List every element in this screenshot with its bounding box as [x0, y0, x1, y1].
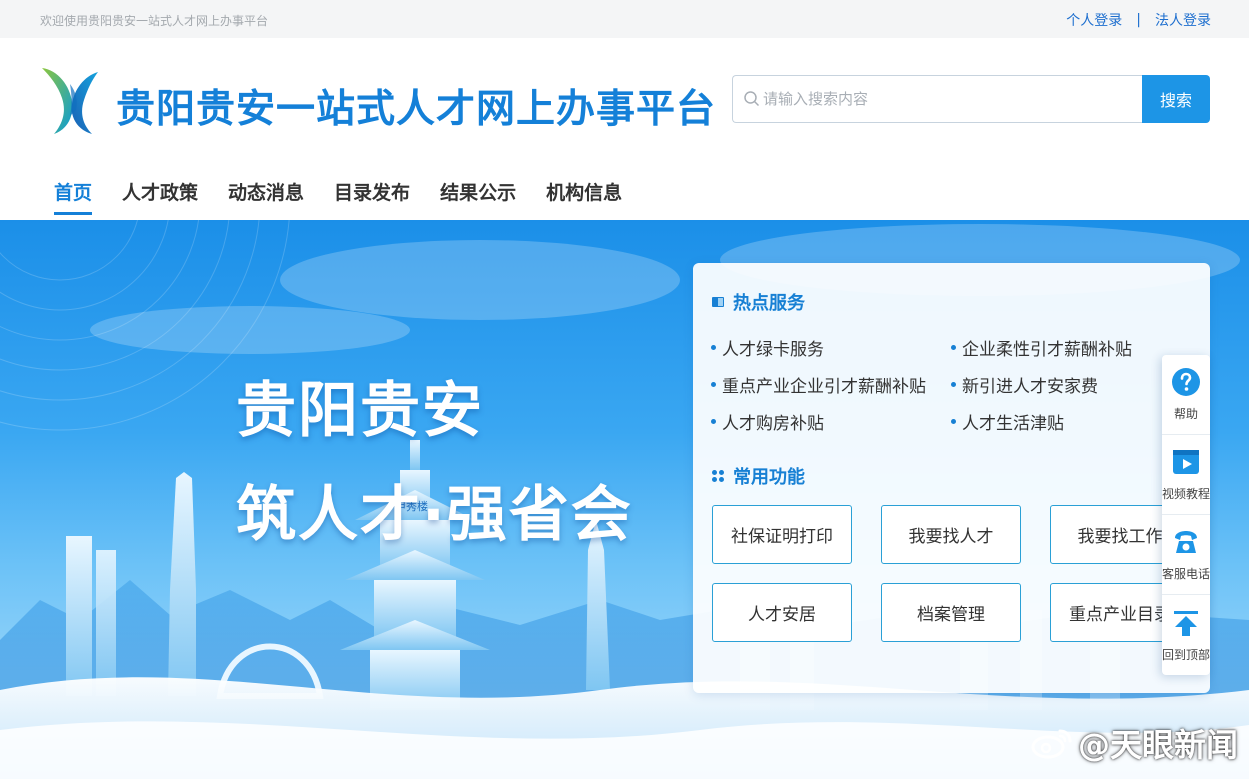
common-functions-heading: 常用功能	[711, 463, 805, 489]
hot-service-item[interactable]: 新引进人才安家费	[951, 372, 1191, 397]
weibo-icon	[1031, 729, 1072, 759]
personal-login-link[interactable]: 个人登录	[1066, 10, 1122, 30]
banner-slogan-line1: 贵阳贵安	[236, 376, 484, 446]
hot-service-label: 人才绿卡服务	[722, 340, 824, 360]
nav-item-results[interactable]: 结果公示	[440, 178, 516, 215]
login-links: 个人登录 | 法人登录	[1066, 10, 1211, 30]
bullet-dot	[951, 419, 956, 424]
video-icon	[1173, 450, 1199, 474]
bullet-dot	[711, 419, 716, 424]
help-icon	[1172, 368, 1200, 396]
book-icon	[712, 297, 724, 307]
hot-service-label: 企业柔性引才薪酬补贴	[962, 340, 1132, 360]
back-to-top-icon	[1174, 610, 1198, 636]
floating-sidebar: 帮助 视频教程 客服电话 回到顶部	[1162, 355, 1210, 675]
hot-service-item[interactable]: 重点产业企业引才薪酬补贴	[711, 372, 951, 397]
hot-service-item[interactable]: 人才购房补贴	[711, 409, 951, 434]
bullet-dot	[711, 345, 716, 350]
hot-services-list: 人才绿卡服务 企业柔性引才薪酬补贴 重点产业企业引才薪酬补贴 新引进人才安家费 …	[711, 335, 1201, 434]
archive-management-button[interactable]: 档案管理	[881, 583, 1021, 642]
nav-item-institutions[interactable]: 机构信息	[546, 178, 622, 215]
help-label: 帮助	[1173, 407, 1198, 421]
site-logo-icon[interactable]	[40, 64, 100, 136]
welcome-text: 欢迎使用贵阳贵安一站式人才网上办事平台	[40, 14, 269, 28]
hot-service-label: 人才购房补贴	[722, 414, 824, 434]
main-nav: 首页 人才政策 动态消息 目录发布 结果公示 机构信息	[54, 178, 622, 215]
search-box	[732, 75, 1144, 123]
back-to-top-label: 回到顶部	[1162, 647, 1211, 662]
common-functions-title: 常用功能	[733, 467, 805, 488]
top-bar: 欢迎使用贵阳贵安一站式人才网上办事平台 个人登录 | 法人登录	[0, 0, 1249, 38]
banner-slogan-line2: 筑人才·强省会	[236, 480, 633, 550]
service-phone-label: 客服电话	[1162, 567, 1211, 581]
nav-item-news[interactable]: 动态消息	[228, 178, 304, 215]
bullet-dot	[711, 382, 716, 387]
header: 贵阳贵安一站式人才网上办事平台 搜索 首页 人才政策 动态消息 目录发布 结果公…	[0, 38, 1249, 220]
hot-service-item[interactable]: 企业柔性引才薪酬补贴	[951, 335, 1191, 360]
social-security-print-button[interactable]: 社保证明打印	[712, 505, 852, 564]
hot-service-label: 新引进人才安家费	[962, 377, 1098, 397]
search-icon	[744, 91, 760, 107]
search-input[interactable]	[763, 76, 1133, 122]
grid-icon	[712, 470, 724, 482]
hot-service-label: 重点产业企业引才薪酬补贴	[722, 377, 926, 397]
common-functions-grid: 社保证明打印 我要找人才 我要找工作 人才安居 档案管理 重点产业目录	[712, 505, 1190, 642]
nav-item-talent-policy[interactable]: 人才政策	[122, 178, 198, 215]
hot-services-title: 热点服务	[733, 293, 805, 314]
corporate-login-link[interactable]: 法人登录	[1155, 10, 1211, 30]
weibo-watermark: @天眼新闻	[1030, 720, 1238, 766]
site-title: 贵阳贵安一站式人才网上办事平台	[116, 87, 717, 132]
nav-item-catalog[interactable]: 目录发布	[334, 178, 410, 215]
talent-housing-button[interactable]: 人才安居	[712, 583, 852, 642]
help-button[interactable]: 帮助	[1162, 355, 1210, 435]
hot-service-item[interactable]: 人才生活津贴	[951, 409, 1191, 434]
service-phone-button[interactable]: 客服电话	[1162, 515, 1210, 595]
find-talent-button[interactable]: 我要找人才	[881, 505, 1021, 564]
phone-icon	[1175, 531, 1197, 553]
bullet-dot	[951, 345, 956, 350]
page: 欢迎使用贵阳贵安一站式人才网上办事平台 个人登录 | 法人登录 贵阳贵安一站式人…	[0, 0, 1249, 779]
video-tutorial-button[interactable]: 视频教程	[1162, 435, 1210, 515]
watermark-text: @天眼新闻	[1078, 726, 1239, 764]
bullet-dot	[951, 382, 956, 387]
back-to-top-button[interactable]: 回到顶部	[1162, 595, 1210, 675]
login-separator: |	[1136, 12, 1141, 28]
hot-services-heading: 热点服务	[711, 289, 805, 315]
hot-service-label: 人才生活津贴	[962, 414, 1064, 434]
nav-item-home[interactable]: 首页	[54, 178, 93, 215]
services-panel: 热点服务 人才绿卡服务 企业柔性引才薪酬补贴 重点产业企业引才薪酬补贴 新引进人…	[693, 263, 1210, 693]
search-button[interactable]: 搜索	[1142, 75, 1210, 123]
hot-service-item[interactable]: 人才绿卡服务	[711, 335, 951, 360]
video-tutorial-label: 视频教程	[1162, 487, 1211, 501]
